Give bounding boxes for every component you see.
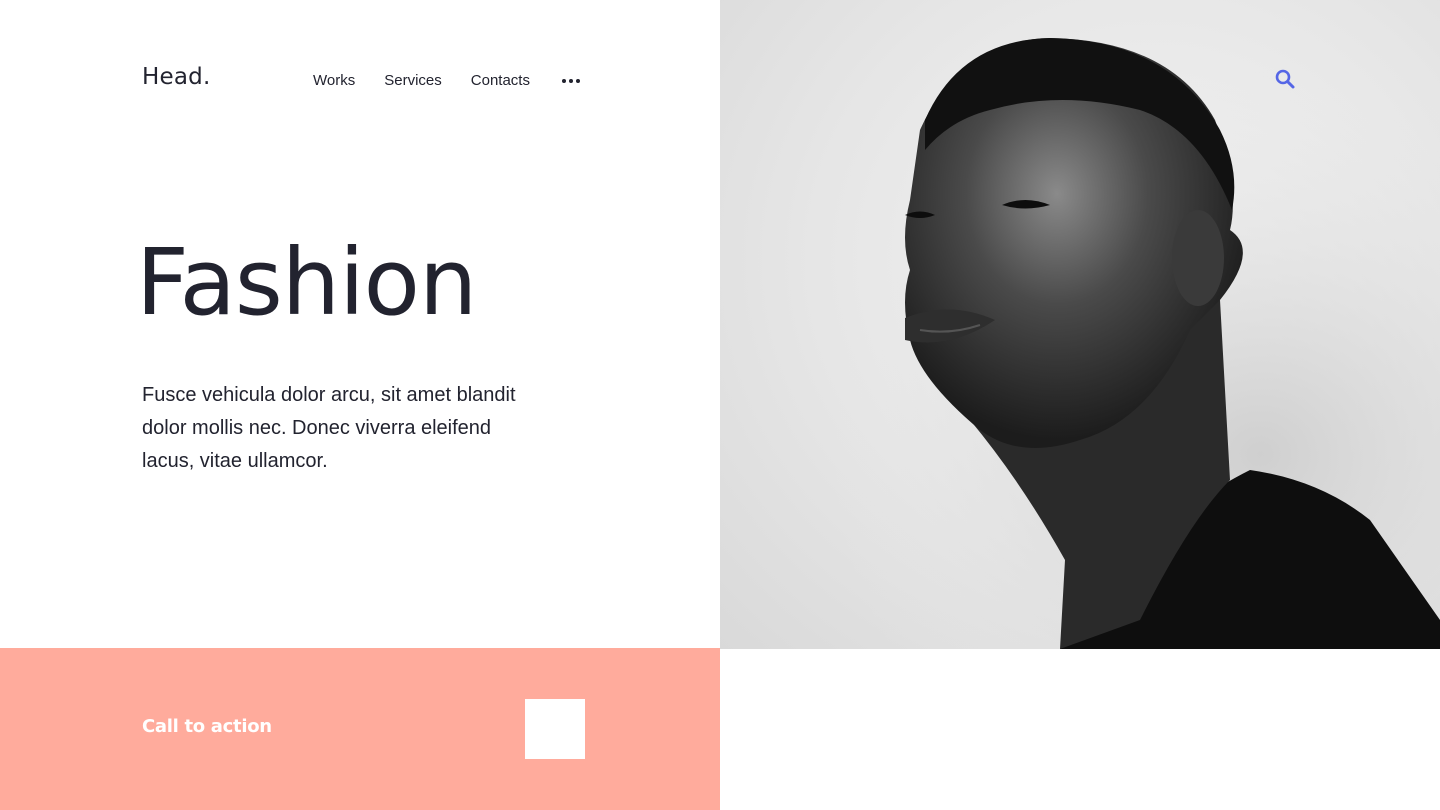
search-icon[interactable] [1274,68,1296,90]
main-nav: Works Services Contacts [313,71,580,91]
cta-square-button[interactable] [525,699,585,759]
cta-band: Call to action [0,648,720,810]
bottom-right-blank [720,649,1440,810]
hero-description: Fusce vehicula dolor arcu, sit amet blan… [142,384,516,472]
dot [575,79,580,83]
hero-panel: Head. Works Services Contacts Fashion Fu… [0,0,720,648]
portrait-illustration [720,0,1440,649]
nav-link-contacts[interactable]: Contacts [471,71,530,91]
dot [568,79,573,83]
landing-page: Head. Works Services Contacts Fashion Fu… [0,0,1440,810]
hero-title: Fashion [136,229,477,336]
dot [561,79,566,83]
logo[interactable]: Head. [142,64,210,90]
more-dots-icon[interactable] [561,71,580,91]
portrait-photo [720,0,1440,649]
nav-link-works[interactable]: Works [313,71,355,91]
nav-link-services[interactable]: Services [384,71,442,91]
call-to-action-link[interactable]: Call to action [142,716,272,737]
